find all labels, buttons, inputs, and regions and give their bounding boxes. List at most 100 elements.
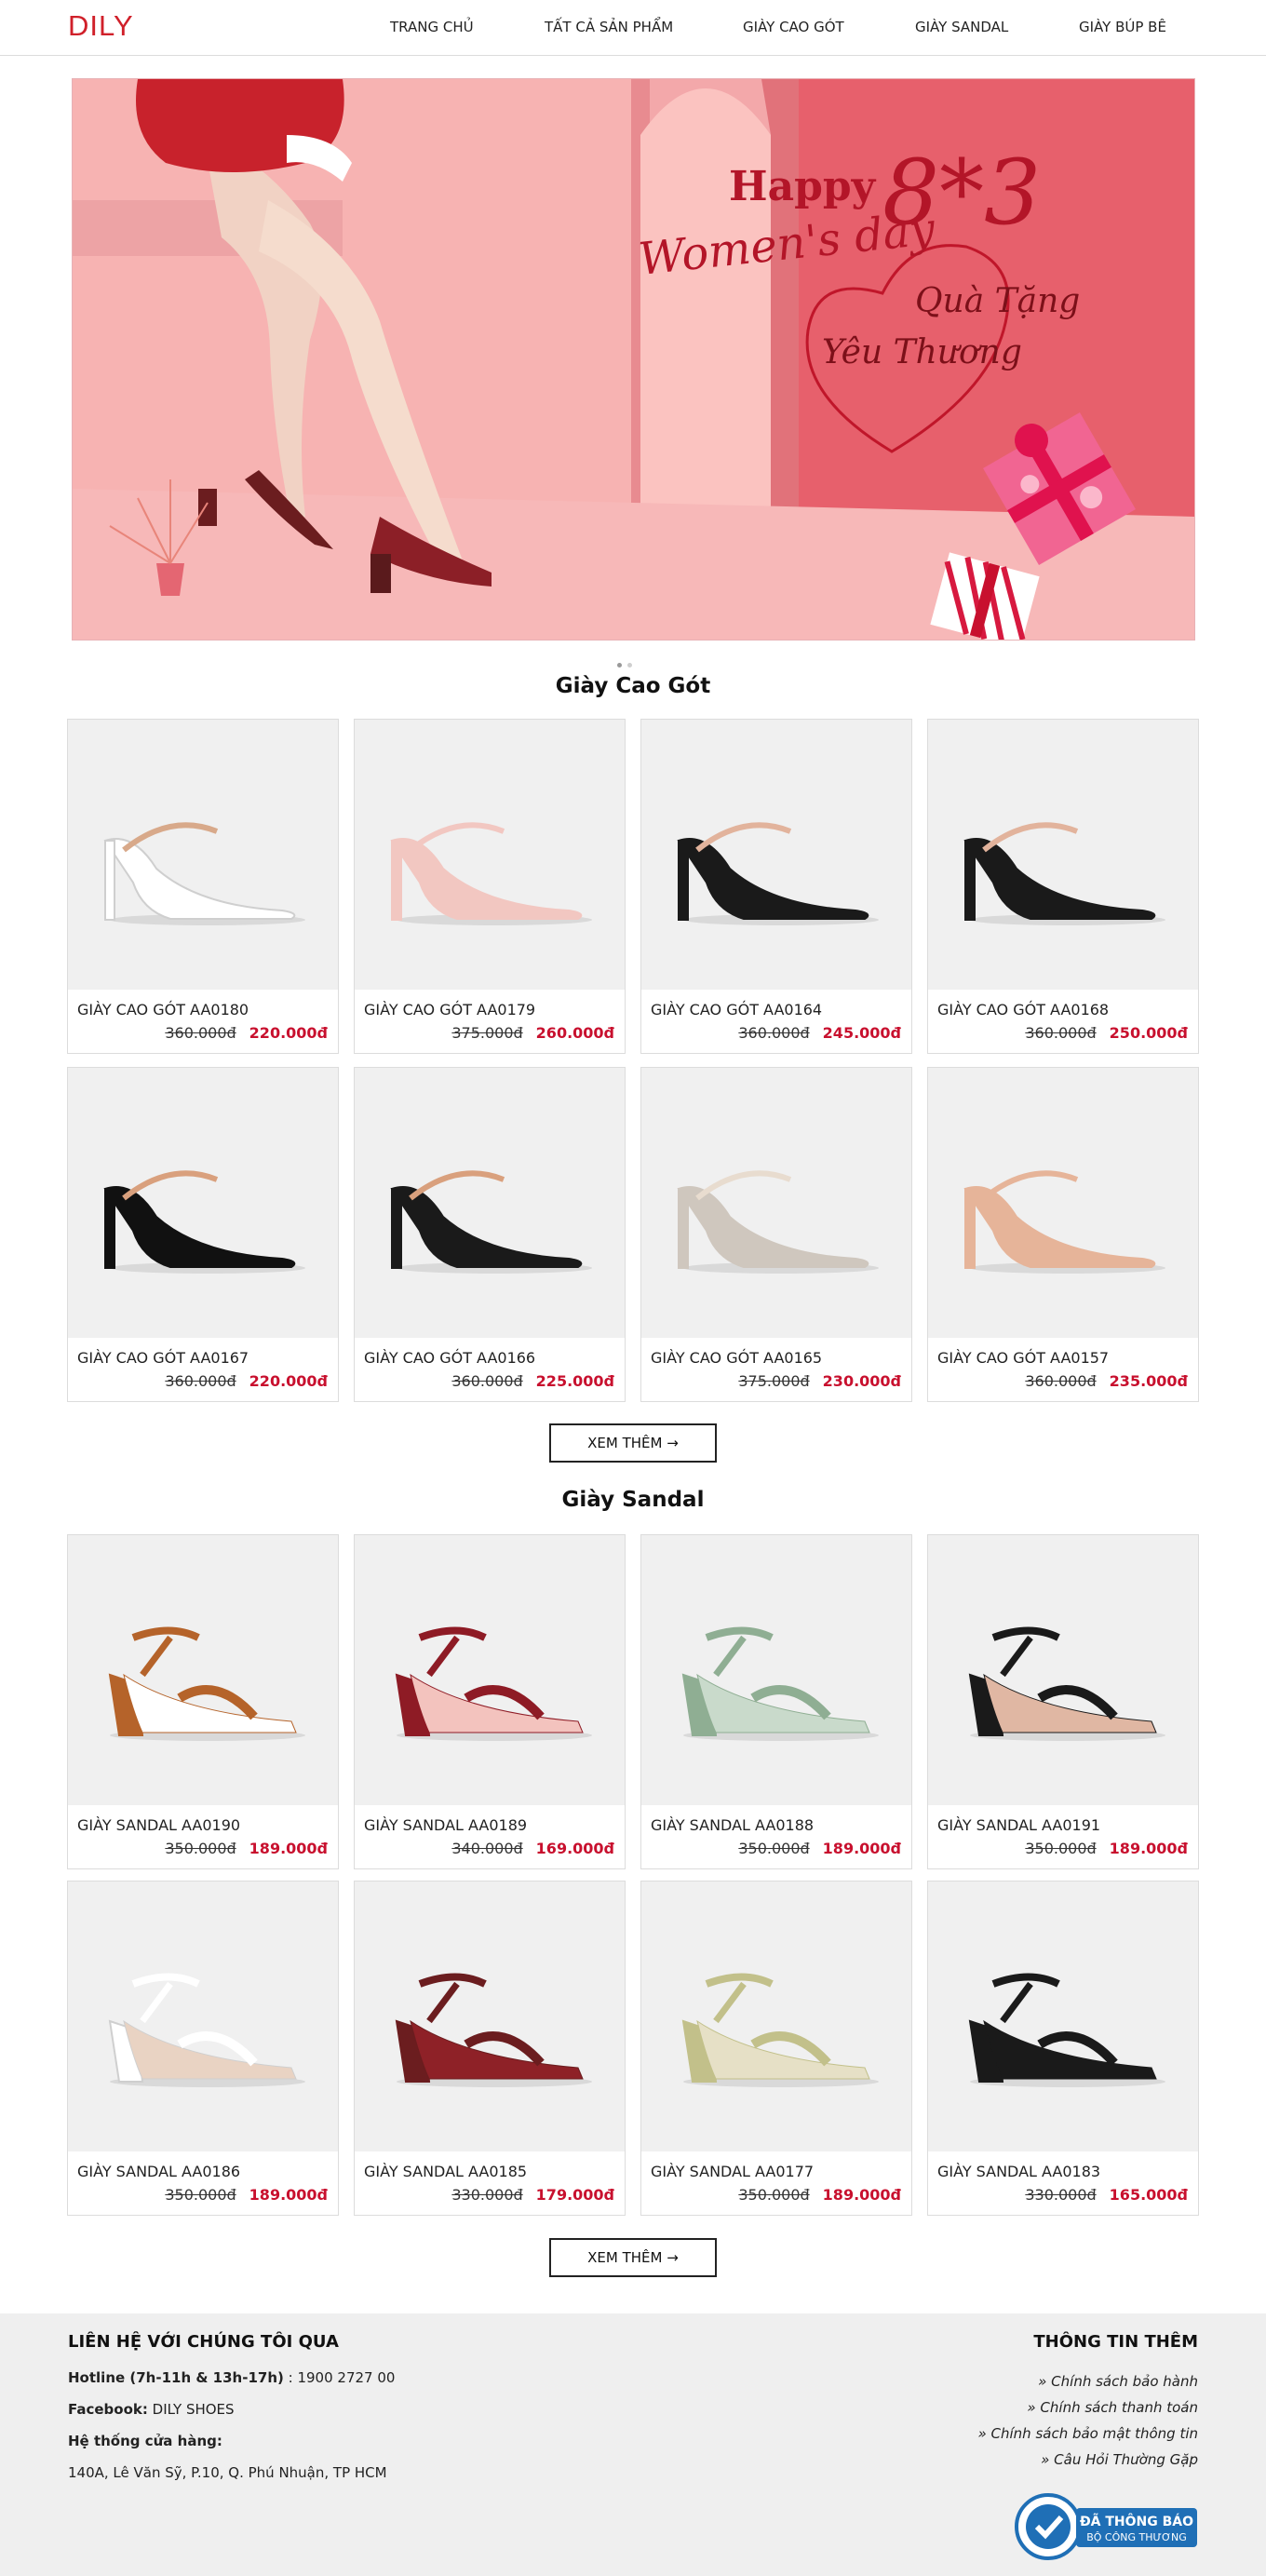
product-image[interactable] <box>641 1881 911 2151</box>
product-card[interactable]: GIÀY CAO GÓT AA0165 375.000đ 230.000đ <box>640 1067 912 1402</box>
product-prices: 360.000đ 235.000đ <box>1025 1372 1188 1390</box>
product-image[interactable] <box>928 1535 1198 1805</box>
nav-home[interactable]: TRANG CHỦ <box>390 19 474 35</box>
facebook-link[interactable]: DILY SHOES <box>153 2401 235 2418</box>
product-name[interactable]: GIÀY CAO GÓT AA0165 <box>651 1349 822 1367</box>
stores-label: Hệ thống cửa hàng: <box>68 2433 222 2449</box>
product-name[interactable]: GIÀY CAO GÓT AA0164 <box>651 1001 822 1018</box>
product-old-price: 360.000đ <box>451 1372 523 1390</box>
badge-text-1: ĐÃ THÔNG BÁO <box>1080 2513 1193 2529</box>
product-sale-price: 189.000đ <box>249 1840 328 1857</box>
footer-link-payment[interactable]: » Chính sách thanh toán <box>1027 2399 1198 2416</box>
product-old-price: 360.000đ <box>1025 1372 1097 1390</box>
product-image[interactable] <box>355 1881 625 2151</box>
product-card[interactable]: GIÀY SANDAL AA0189 340.000đ 169.000đ <box>354 1534 626 1869</box>
product-image[interactable] <box>928 1068 1198 1338</box>
product-image[interactable] <box>68 720 338 990</box>
product-sale-price: 260.000đ <box>535 1024 614 1042</box>
banner-dot[interactable] <box>617 663 622 668</box>
product-sale-price: 250.000đ <box>1109 1024 1188 1042</box>
nav-flats[interactable]: GIÀY BÚP BÊ <box>1079 19 1166 35</box>
product-card[interactable]: GIÀY SANDAL AA0188 350.000đ 189.000đ <box>640 1534 912 1869</box>
product-name[interactable]: GIÀY CAO GÓT AA0179 <box>364 1001 535 1018</box>
product-card[interactable]: GIÀY CAO GÓT AA0157 360.000đ 235.000đ <box>927 1067 1199 1402</box>
product-sale-price: 225.000đ <box>535 1372 614 1390</box>
banner-pagination[interactable] <box>617 654 654 668</box>
registered-badge[interactable]: ĐÃ THÔNG BÁO BỘ CÔNG THƯƠNG <box>1015 2493 1201 2560</box>
section-title-sandals: Giày Sandal <box>561 1488 705 1512</box>
product-image[interactable] <box>68 1068 338 1338</box>
view-more-sandals-button[interactable]: XEM THÊM → <box>549 2238 717 2277</box>
product-old-price: 340.000đ <box>451 1840 523 1857</box>
product-image[interactable] <box>641 720 911 990</box>
footer-contact-title: LIÊN HỆ VỚI CHÚNG TÔI QUA <box>68 2332 339 2352</box>
product-name[interactable]: GIÀY SANDAL AA0191 <box>937 1816 1100 1834</box>
product-image[interactable] <box>355 1068 625 1338</box>
product-card[interactable]: GIÀY SANDAL AA0190 350.000đ 189.000đ <box>67 1534 339 1869</box>
facebook-label: Facebook: <box>68 2401 148 2418</box>
product-image[interactable] <box>355 720 625 990</box>
product-name[interactable]: GIÀY SANDAL AA0186 <box>77 2163 240 2180</box>
banner-dot[interactable] <box>627 663 632 668</box>
section-title-high-heels: Giày Cao Gót <box>555 674 711 698</box>
product-image[interactable] <box>928 720 1198 990</box>
product-sale-price: 245.000đ <box>822 1024 901 1042</box>
view-more-high-heels-button[interactable]: XEM THÊM → <box>549 1423 717 1463</box>
product-old-price: 360.000đ <box>738 1024 810 1042</box>
footer-stores-label: Hệ thống cửa hàng: <box>68 2433 222 2449</box>
product-image[interactable] <box>928 1881 1198 2151</box>
product-card[interactable]: GIÀY SANDAL AA0186 350.000đ 189.000đ <box>67 1881 339 2216</box>
product-name[interactable]: GIÀY SANDAL AA0190 <box>77 1816 240 1834</box>
hotline-value[interactable]: : 1900 2727 00 <box>289 2369 396 2386</box>
product-sale-price: 230.000đ <box>822 1372 901 1390</box>
product-old-price: 350.000đ <box>165 1840 236 1857</box>
product-sale-price: 169.000đ <box>535 1840 614 1857</box>
product-name[interactable]: GIÀY SANDAL AA0177 <box>651 2163 814 2180</box>
hotline-label: Hotline (7h-11h & 13h-17h) <box>68 2369 284 2386</box>
product-image[interactable] <box>68 1535 338 1805</box>
product-name[interactable]: GIÀY CAO GÓT AA0168 <box>937 1001 1109 1018</box>
product-name[interactable]: GIÀY SANDAL AA0189 <box>364 1816 527 1834</box>
product-card[interactable]: GIÀY CAO GÓT AA0168 360.000đ 250.000đ <box>927 719 1199 1054</box>
footer-link-faq[interactable]: » Câu Hỏi Thường Gặp <box>1041 2451 1198 2468</box>
product-prices: 350.000đ 189.000đ <box>165 2186 328 2204</box>
footer-link-privacy[interactable]: » Chính sách bảo mật thông tin <box>977 2425 1198 2442</box>
product-name[interactable]: GIÀY CAO GÓT AA0167 <box>77 1349 249 1367</box>
product-card[interactable]: GIÀY CAO GÓT AA0180 360.000đ 220.000đ <box>67 719 339 1054</box>
banner-illustration: Happy 8*3 Women's day Quà Tặng Yêu Thươn… <box>73 79 1194 640</box>
product-prices: 375.000đ 260.000đ <box>451 1024 614 1042</box>
product-card[interactable]: GIÀY CAO GÓT AA0164 360.000đ 245.000đ <box>640 719 912 1054</box>
product-image[interactable] <box>68 1881 338 2151</box>
product-old-price: 330.000đ <box>1025 2186 1097 2204</box>
product-prices: 350.000đ 189.000đ <box>165 1840 328 1857</box>
product-image[interactable] <box>641 1535 911 1805</box>
nav-high-heels[interactable]: GIÀY CAO GÓT <box>743 19 844 35</box>
product-old-price: 360.000đ <box>1025 1024 1097 1042</box>
product-name[interactable]: GIÀY SANDAL AA0183 <box>937 2163 1100 2180</box>
product-card[interactable]: GIÀY SANDAL AA0191 350.000đ 189.000đ <box>927 1534 1199 1869</box>
product-prices: 360.000đ 220.000đ <box>165 1024 328 1042</box>
site-header: DILY TRANG CHỦ TẤT CẢ SẢN PHẨM GIÀY CAO … <box>0 0 1266 56</box>
nav-all-products[interactable]: TẤT CẢ SẢN PHẨM <box>545 19 673 35</box>
product-card[interactable]: GIÀY SANDAL AA0183 330.000đ 165.000đ <box>927 1881 1199 2216</box>
product-image[interactable] <box>641 1068 911 1338</box>
product-name[interactable]: GIÀY CAO GÓT AA0157 <box>937 1349 1109 1367</box>
product-name[interactable]: GIÀY SANDAL AA0185 <box>364 2163 527 2180</box>
product-card[interactable]: GIÀY SANDAL AA0177 350.000đ 189.000đ <box>640 1881 912 2216</box>
product-prices: 360.000đ 225.000đ <box>451 1372 614 1390</box>
product-card[interactable]: GIÀY CAO GÓT AA0179 375.000đ 260.000đ <box>354 719 626 1054</box>
product-name[interactable]: GIÀY CAO GÓT AA0166 <box>364 1349 535 1367</box>
product-card[interactable]: GIÀY CAO GÓT AA0166 360.000đ 225.000đ <box>354 1067 626 1402</box>
footer-link-warranty[interactable]: » Chính sách bảo hành <box>1038 2373 1198 2390</box>
product-name[interactable]: GIÀY SANDAL AA0188 <box>651 1816 814 1834</box>
product-card[interactable]: GIÀY SANDAL AA0185 330.000đ 179.000đ <box>354 1881 626 2216</box>
product-image[interactable] <box>355 1535 625 1805</box>
product-card[interactable]: GIÀY CAO GÓT AA0167 360.000đ 220.000đ <box>67 1067 339 1402</box>
product-name[interactable]: GIÀY CAO GÓT AA0180 <box>77 1001 249 1018</box>
nav-sandals[interactable]: GIÀY SANDAL <box>915 19 1008 35</box>
product-old-price: 375.000đ <box>738 1372 810 1390</box>
promo-banner[interactable]: Happy 8*3 Women's day Quà Tặng Yêu Thươn… <box>72 78 1195 641</box>
product-prices: 350.000đ 189.000đ <box>1025 1840 1188 1857</box>
product-sale-price: 189.000đ <box>1109 1840 1188 1857</box>
product-sale-price: 189.000đ <box>822 1840 901 1857</box>
